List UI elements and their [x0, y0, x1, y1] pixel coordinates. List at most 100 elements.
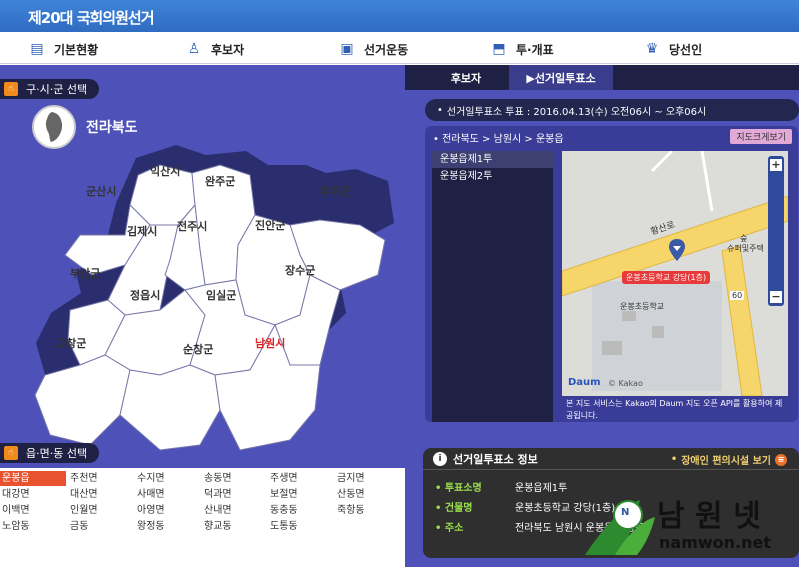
region-label[interactable]: 순창군: [183, 341, 213, 357]
nav-label: 기본현황: [54, 42, 99, 57]
nav-winners[interactable]: ♛ 당선인: [643, 39, 702, 59]
region-label[interactable]: 부안군: [70, 265, 100, 281]
poll-list: 운봉읍제1투 운봉읍제2투: [432, 151, 553, 422]
dong-item[interactable]: 금동: [68, 519, 134, 534]
dong-item-selected[interactable]: 운봉읍: [0, 471, 66, 486]
poll-item-selected[interactable]: 운봉읍제1투: [432, 151, 553, 168]
region-label[interactable]: 진안군: [255, 217, 285, 233]
info-key: • 주소: [435, 523, 464, 534]
hand-icon: ☝: [4, 446, 18, 460]
poll-station-box: • 전라북도 > 남원시 > 운봉읍 지도크게보기 운봉읍제1투 운봉읍제2투 …: [425, 126, 798, 422]
school-label: 운봉초등학교: [620, 302, 665, 311]
dong-item[interactable]: 향교동: [202, 519, 268, 534]
nav-label: 선거운동: [364, 42, 409, 57]
region-label-active[interactable]: 남원시: [255, 335, 285, 351]
watermark-url: namwon.net: [659, 533, 771, 552]
region-label[interactable]: 장수군: [285, 262, 315, 278]
key-text: 건물명: [444, 503, 473, 514]
watermark-text: 남 원 넷: [657, 499, 761, 534]
region-label[interactable]: 정읍시: [130, 287, 160, 303]
watermark-logo: N 남 원 넷 namwon.net: [585, 485, 795, 563]
map-marker-icon[interactable]: [669, 239, 685, 261]
dong-item[interactable]: 산내면: [202, 503, 268, 518]
breadcrumb: • 전라북도 > 남원시 > 운봉읍: [433, 134, 564, 145]
info-value: 운봉읍제1투: [515, 483, 568, 494]
label-text: 읍·면·동 선택: [26, 447, 88, 460]
nav-campaign[interactable]: ▣ 선거운동: [338, 39, 408, 59]
page-title: 제20대 국회의원선거: [28, 9, 154, 27]
dong-item[interactable]: 보절면: [268, 487, 334, 502]
dong-item[interactable]: 죽항동: [335, 503, 401, 518]
nav-label: 후보자: [211, 42, 245, 57]
main-nav: ▤ 기본현황 ♙ 후보자 ▣ 선거운동 ⬒ 투·개표 ♛ 당선인: [0, 32, 799, 64]
info-title: 선거일투표소 정보: [453, 452, 538, 466]
tab-candidates[interactable]: 후보자: [423, 65, 509, 90]
tab-polling-station[interactable]: ▶선거일투표소: [509, 65, 613, 90]
region-label[interactable]: 무주군: [320, 183, 350, 199]
region-label[interactable]: 김제시: [127, 223, 157, 239]
nav-basic-status[interactable]: ▤ 기본현황: [28, 39, 98, 59]
dong-item[interactable]: 아영면: [135, 503, 201, 518]
info-key: • 건물명: [435, 503, 473, 514]
top-bar: 제20대 국회의원선거: [0, 0, 799, 32]
tab-bar: 후보자 ▶선거일투표소: [405, 65, 799, 90]
nav-candidates[interactable]: ♙ 후보자: [185, 39, 244, 59]
info-key: • 투표소명: [435, 483, 482, 494]
document-icon: ▤: [30, 41, 44, 57]
circle-minus-icon: ≡: [775, 453, 787, 466]
breadcrumb-text: 전라북도 > 남원시 > 운봉읍: [442, 134, 564, 145]
ballot-icon: ⬒: [492, 41, 506, 57]
map-zoom-button[interactable]: 지도크게보기: [730, 129, 792, 144]
nav-voting[interactable]: ⬒ 투·개표: [490, 39, 554, 59]
road-number: 60: [730, 291, 745, 300]
dong-item[interactable]: 수지면: [135, 471, 201, 486]
left-panel: ☝ 구·시·군 선택 전라북도 익산시 완주군 군산시 무주군 김제시 전주시 …: [0, 65, 405, 567]
dong-select-label: ☝ 읍·면·동 선택: [0, 443, 100, 463]
nav-label: 투·개표: [516, 42, 554, 57]
dong-item[interactable]: 송동면: [202, 471, 268, 486]
region-label[interactable]: 고창군: [56, 335, 86, 351]
dong-item[interactable]: 산동면: [335, 487, 401, 502]
region-label[interactable]: 전주시: [177, 218, 207, 234]
region-label[interactable]: 완주군: [205, 173, 235, 189]
zoom-out-icon[interactable]: −: [770, 290, 782, 303]
region-map-svg: [34, 145, 394, 451]
copyright: © Kakao: [608, 379, 643, 388]
crown-icon: ♛: [645, 41, 659, 57]
accessibility-link[interactable]: • 장애인 편의시설 보기 ≡: [671, 452, 787, 467]
accessibility-text: 장애인 편의시설 보기: [681, 456, 771, 467]
marker-label: 운봉초등학교 강당(1층): [622, 271, 711, 284]
poll-item[interactable]: 운봉읍제2투: [432, 168, 553, 185]
dong-item[interactable]: 노암동: [0, 519, 66, 534]
key-text: 투표소명: [444, 483, 482, 494]
nav-label: 당선인: [669, 42, 703, 57]
vote-period: • 선거일투표소 투표 : 2016.04.13(수) 오전06시 ~ 오후06…: [425, 99, 799, 121]
region-sunchang: [119, 364, 221, 451]
dong-item[interactable]: 인월면: [68, 503, 134, 518]
dong-item[interactable]: 덕과면: [202, 487, 268, 502]
dong-item[interactable]: 주생면: [268, 471, 334, 486]
person-icon: ♙: [187, 41, 201, 57]
dong-item[interactable]: 동충동: [268, 503, 334, 518]
dong-item[interactable]: 사매면: [135, 487, 201, 502]
logo-badge: N: [621, 507, 630, 518]
dong-item[interactable]: 주천면: [68, 471, 134, 486]
dong-item[interactable]: 이백면: [0, 503, 66, 518]
tv-icon: ▣: [340, 41, 354, 57]
region-label[interactable]: 익산시: [150, 163, 180, 179]
info-icon: i: [433, 451, 447, 466]
dong-item[interactable]: 대강면: [0, 487, 66, 502]
region-label[interactable]: 임실군: [206, 287, 236, 303]
dong-item[interactable]: 대산면: [68, 487, 134, 502]
region-label[interactable]: 군산시: [86, 183, 116, 199]
location-map[interactable]: + − 황산로 숲 슈퍼및주택 운봉초등학교 강당(1층) 운봉초등학교 60 …: [562, 151, 788, 396]
key-text: 주소: [444, 523, 464, 534]
shop-label: 슈퍼및주택: [727, 244, 764, 253]
map-note: 본 지도 서비스는 Kakao의 Daum 지도 오픈 API를 활용하여 제공…: [562, 396, 788, 422]
dong-item[interactable]: 금지면: [335, 471, 401, 486]
dong-item[interactable]: 왕정동: [135, 519, 201, 534]
brand-logo: Daum: [568, 377, 601, 388]
vote-period-text: 선거일투표소 투표 : 2016.04.13(수) 오전06시 ~ 오후06시: [446, 106, 707, 118]
dong-item[interactable]: 도통동: [268, 519, 334, 534]
zoom-in-icon[interactable]: +: [770, 158, 782, 171]
